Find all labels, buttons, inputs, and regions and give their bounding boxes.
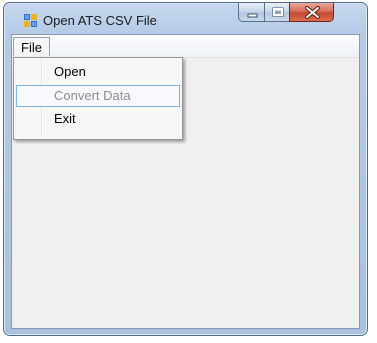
menu-bar: File: [12, 35, 359, 58]
menu-item-convert-data[interactable]: Convert Data: [16, 85, 180, 107]
close-icon: [305, 6, 320, 19]
minimize-icon: [247, 13, 258, 18]
maximize-icon: [272, 7, 284, 17]
app-icon[interactable]: [24, 14, 37, 27]
minimize-button[interactable]: [238, 3, 265, 22]
menu-file[interactable]: File: [13, 37, 50, 56]
menu-item-exit-label: Exit: [54, 111, 76, 126]
app-window: Open ATS CSV File File Open Convert Data…: [3, 2, 368, 336]
window-title: Open ATS CSV File: [43, 13, 157, 28]
menu-item-open[interactable]: Open: [16, 61, 180, 83]
file-menu-dropdown: Open Convert Data Exit: [13, 57, 183, 140]
maximize-button[interactable]: [264, 3, 290, 22]
menu-item-open-label: Open: [54, 64, 86, 79]
close-button[interactable]: [289, 3, 334, 22]
client-area: File Open Convert Data Exit: [11, 34, 360, 329]
menu-item-exit[interactable]: Exit: [16, 108, 180, 130]
title-bar[interactable]: Open ATS CSV File: [4, 3, 367, 34]
menu-item-convert-data-label: Convert Data: [54, 88, 131, 103]
